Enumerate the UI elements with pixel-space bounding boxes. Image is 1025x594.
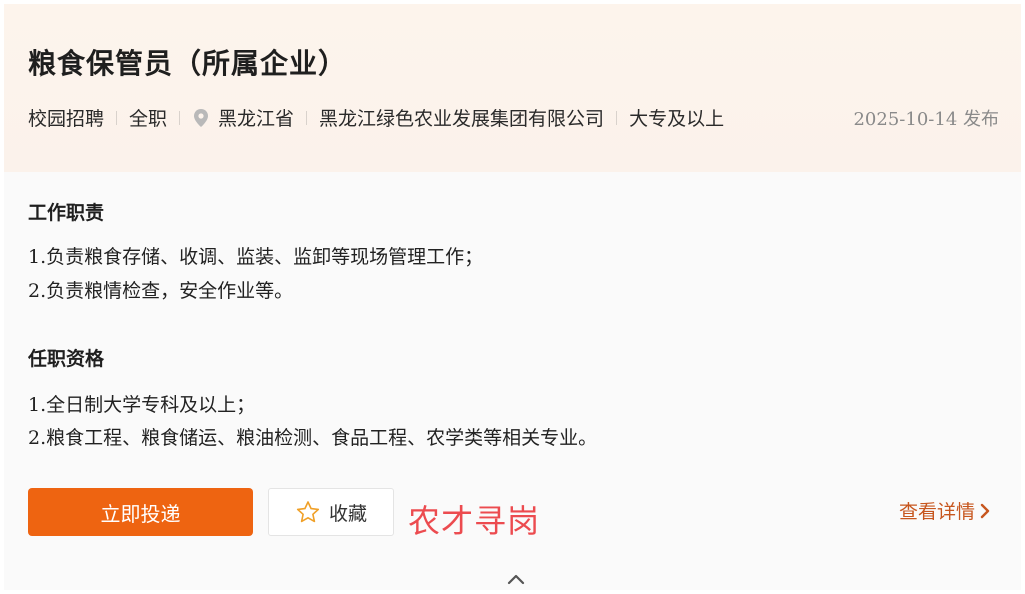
location-pin-icon [192, 108, 210, 128]
responsibilities-heading: 工作职责 [28, 202, 105, 224]
responsibility-item: 1.负责粮食存储、收调、监装、监卸等现场管理工作； [28, 246, 484, 268]
view-details-link[interactable]: 查看详情 [899, 497, 991, 524]
apply-button-label: 立即投递 [100, 501, 181, 526]
location: 黑龙江省 [218, 108, 295, 130]
work-type: 全职 [129, 108, 168, 130]
responsibility-item: 2.负责粮情检查，安全作业等。 [28, 280, 294, 302]
job-card: 粮食保管员（所属企业） 校园招聘 全职 黑龙江省 黑龙江绿色农业发展集团有限公司… [4, 4, 1021, 590]
company-name: 黑龙江绿色农业发展集团有限公司 [319, 108, 605, 130]
star-outline-icon [296, 500, 320, 522]
recruit-type: 校园招聘 [28, 108, 105, 130]
favorite-button[interactable]: 收藏 [268, 488, 394, 536]
watermark-text: 农才寻岗 [408, 502, 541, 540]
meta-divider [116, 110, 118, 125]
education-requirement: 大专及以上 [629, 108, 725, 130]
meta-divider [179, 110, 181, 125]
apply-button[interactable]: 立即投递 [28, 488, 253, 536]
collapse-toggle[interactable] [505, 571, 527, 585]
meta-divider [616, 110, 618, 125]
qualification-item: 2.粮食工程、粮食储运、粮油检测、食品工程、农学类等相关专业。 [28, 427, 598, 449]
qualifications-heading: 任职资格 [28, 348, 105, 370]
chevron-right-icon [980, 503, 990, 518]
job-title: 粮食保管员（所属企业） [28, 47, 348, 80]
job-header: 粮食保管员（所属企业） 校园招聘 全职 黑龙江省 黑龙江绿色农业发展集团有限公司… [4, 4, 1021, 172]
publish-date: 2025-10-14 发布 [853, 109, 999, 130]
qualification-item: 1.全日制大学专科及以上； [28, 394, 256, 416]
job-meta: 校园招聘 全职 黑龙江省 黑龙江绿色农业发展集团有限公司 大专及以上 [28, 104, 724, 131]
favorite-button-label: 收藏 [328, 502, 367, 525]
meta-divider [306, 110, 308, 125]
view-details-label: 查看详情 [898, 501, 975, 523]
chevron-up-icon [507, 574, 525, 585]
